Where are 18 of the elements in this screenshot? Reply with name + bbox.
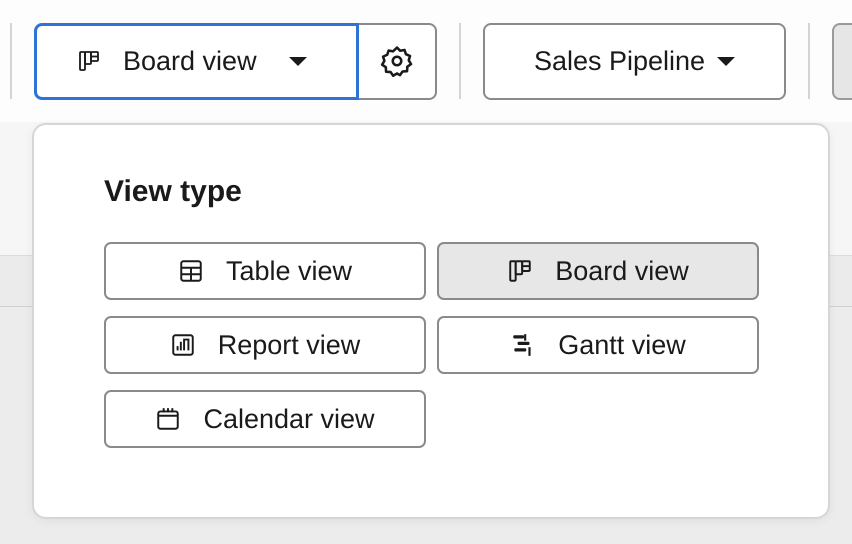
table-icon	[178, 258, 204, 284]
view-option[interactable]: Gantt view	[437, 316, 759, 374]
caret-icon	[288, 56, 307, 66]
pipeline-dropdown[interactable]: Sales Pipeline	[483, 22, 786, 100]
toolbar-button[interactable]	[832, 22, 852, 100]
calendar-icon	[155, 406, 182, 432]
caret-icon	[717, 56, 736, 66]
settings-button[interactable]	[359, 22, 437, 100]
view-option[interactable]: Board view	[437, 242, 759, 300]
board-icon	[77, 49, 101, 73]
view-option[interactable]: Calendar view	[104, 390, 426, 448]
view-dropdown[interactable]: Board view	[34, 22, 359, 100]
bar-chart-icon	[170, 332, 196, 358]
board-icon	[507, 258, 534, 284]
view-option[interactable]: Report view	[104, 316, 426, 374]
popup-title: View type	[104, 175, 243, 209]
settings-icon	[380, 44, 414, 78]
view-option[interactable]: Table view	[104, 242, 426, 300]
